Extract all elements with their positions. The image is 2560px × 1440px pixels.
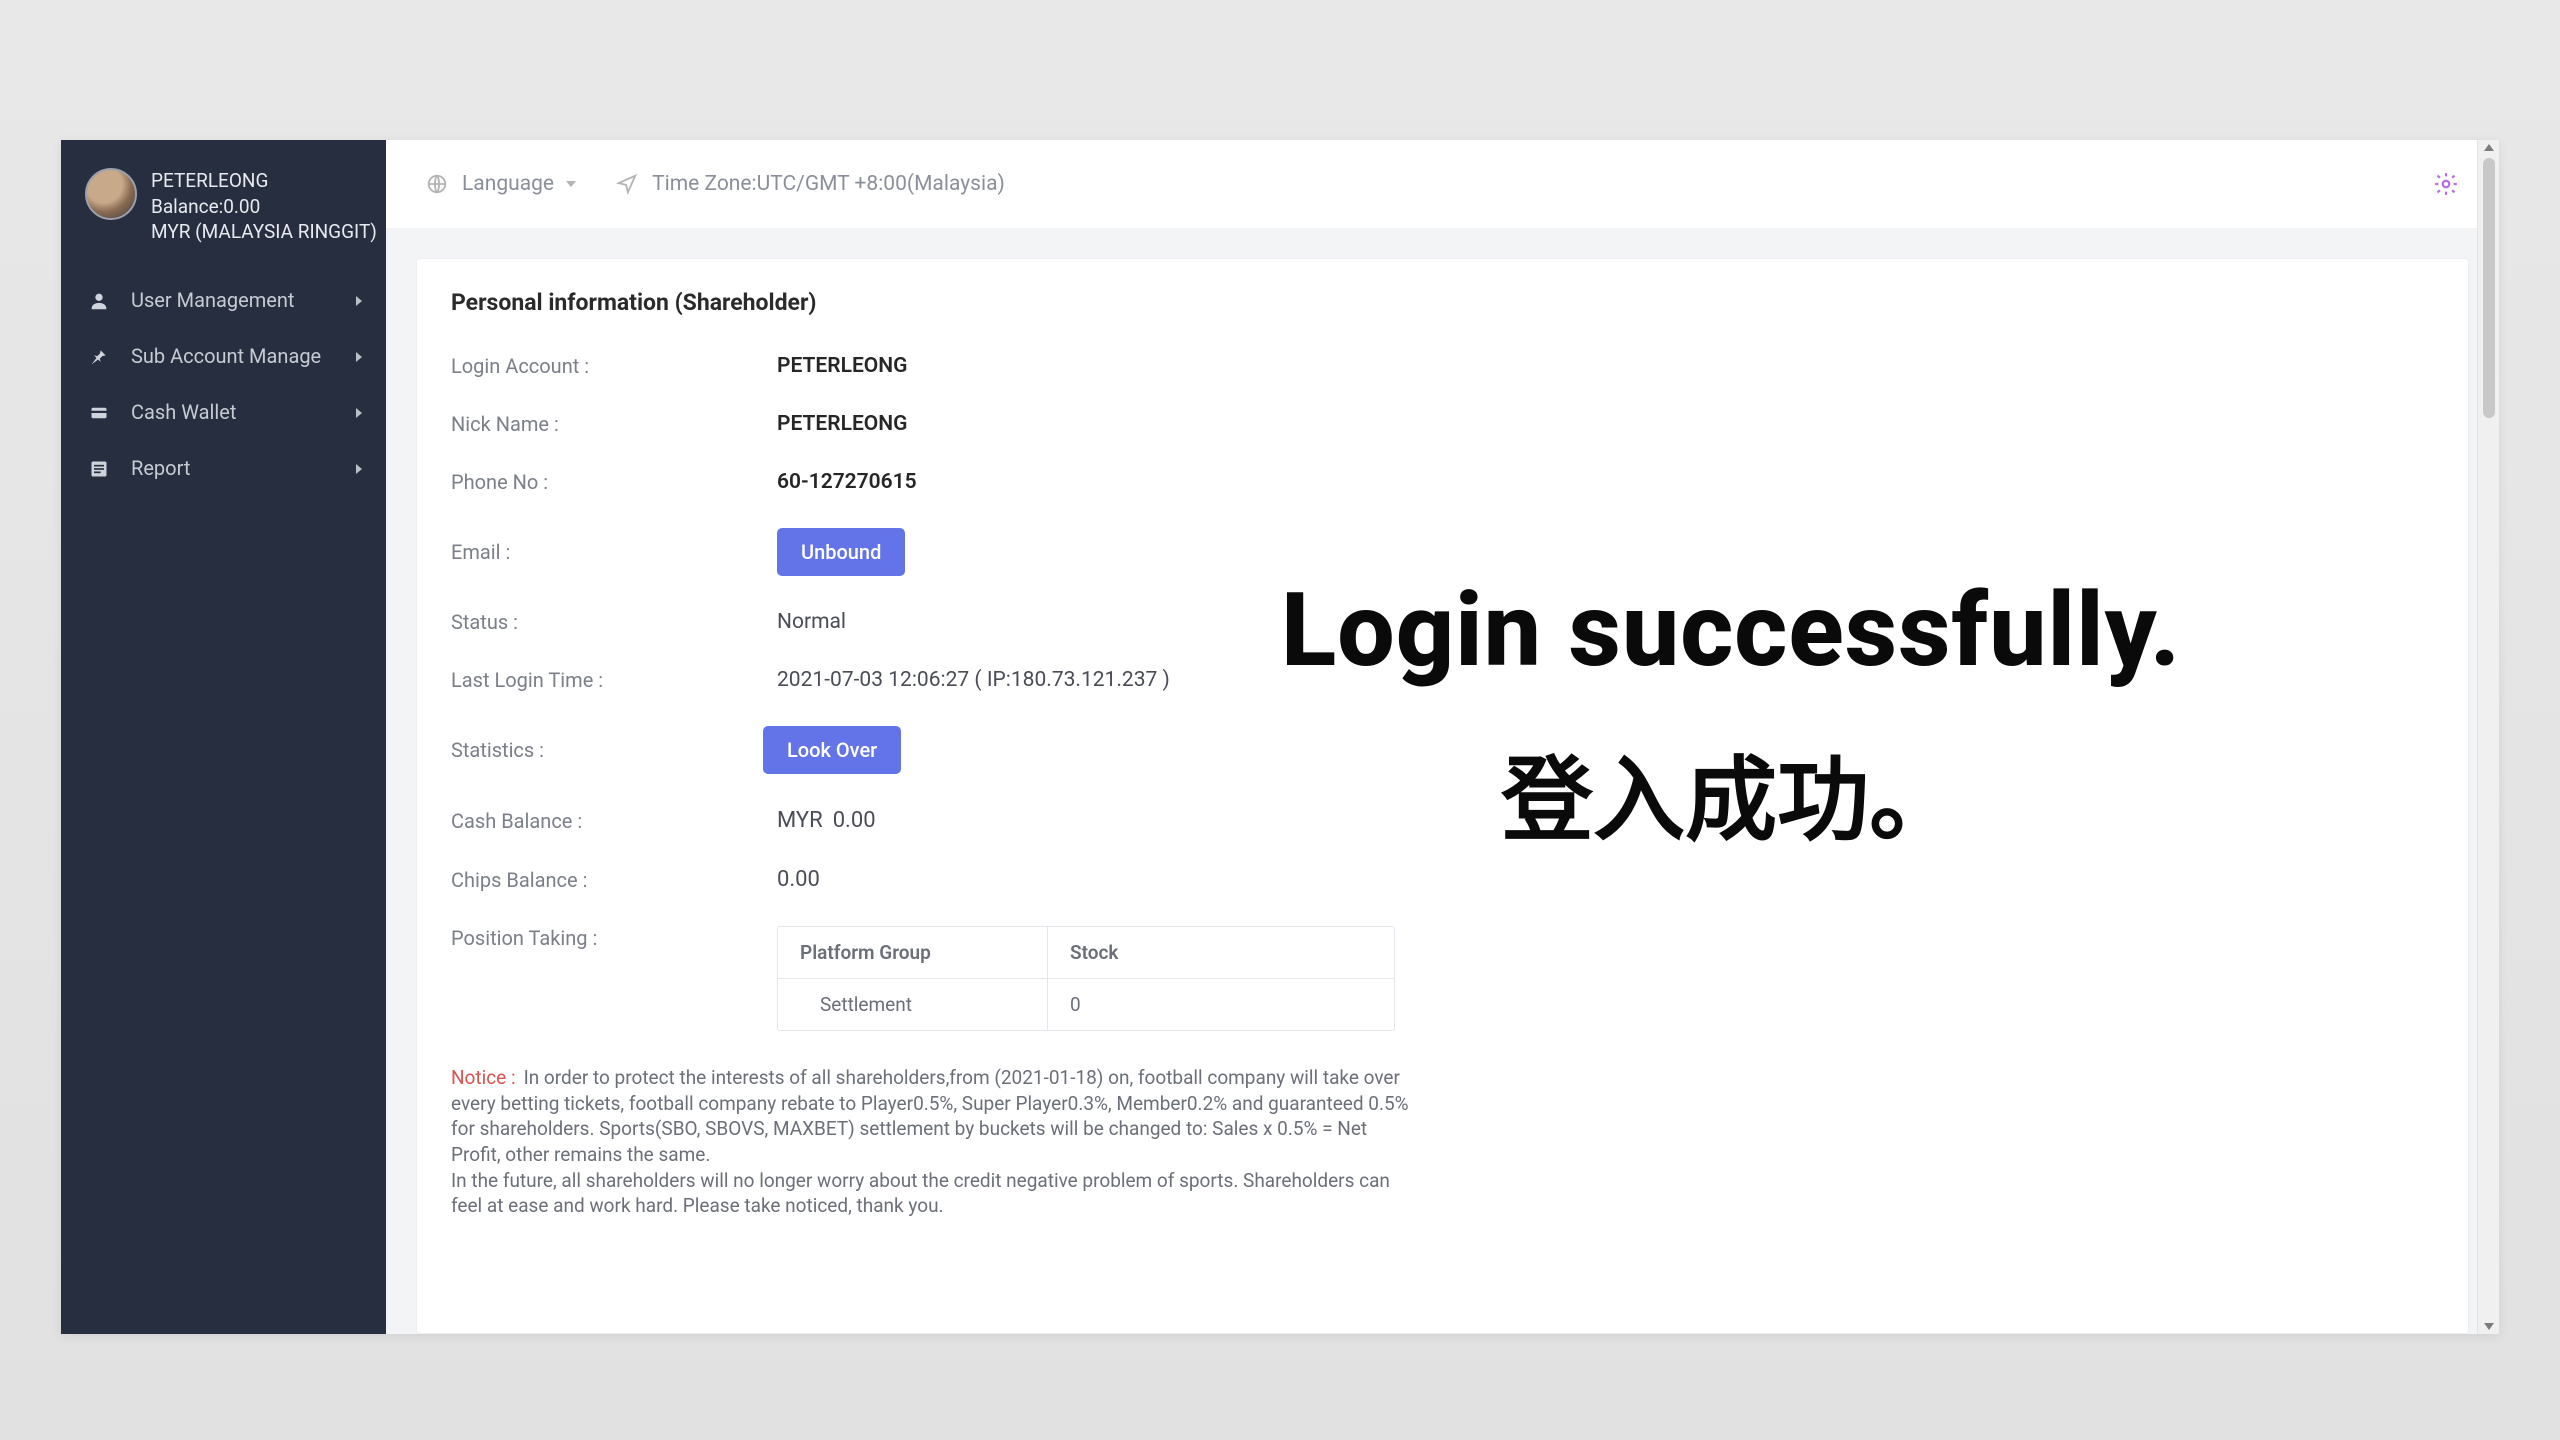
language-selector[interactable]: Language xyxy=(426,172,576,196)
row-phone: Phone No : 60-127270615 xyxy=(451,470,2434,494)
scroll-down-icon[interactable] xyxy=(2484,1323,2494,1330)
gear-icon[interactable] xyxy=(2433,171,2459,197)
sidebar-item-label: User Management xyxy=(131,288,356,313)
sidebar-item-user-management[interactable]: User Management xyxy=(61,273,386,329)
profile-block: PETERLEONG Balance:0.00 MYR (MALAYSIA RI… xyxy=(61,168,386,273)
sidebar-item-label: Sub Account Manage xyxy=(131,344,356,369)
table-header: Platform Group Stock xyxy=(778,927,1394,979)
cash-balance-amount: 0.00 xyxy=(833,808,876,833)
field-value: PETERLEONG xyxy=(777,412,907,436)
vertical-scrollbar[interactable] xyxy=(2477,140,2499,1334)
scroll-up-icon[interactable] xyxy=(2484,144,2494,151)
language-label: Language xyxy=(462,172,554,196)
timezone-label: Time Zone:UTC/GMT +8:00(Malaysia) xyxy=(652,172,1005,196)
content-wrap: Personal information (Shareholder) Login… xyxy=(386,228,2499,1334)
row-position-taking: Position Taking : Platform Group Stock S… xyxy=(451,926,2434,1031)
position-taking-table: Platform Group Stock Settlement 0 xyxy=(777,926,1395,1031)
field-label: Login Account : xyxy=(451,354,777,378)
wallet-icon xyxy=(85,399,113,427)
field-label: Last Login Time : xyxy=(451,668,777,692)
field-label: Chips Balance : xyxy=(451,868,777,892)
sidebar-item-cash-wallet[interactable]: Cash Wallet xyxy=(61,385,386,441)
row-statistics: Statistics : Look Over xyxy=(451,726,2434,774)
chevron-right-icon xyxy=(356,464,362,474)
field-value: 2021-07-03 12:06:27 ( IP:180.73.121.237 … xyxy=(777,668,1170,692)
chevron-down-icon xyxy=(566,181,576,187)
row-status: Status : Normal xyxy=(451,610,2434,634)
chevron-right-icon xyxy=(356,408,362,418)
field-label: Position Taking : xyxy=(451,926,777,950)
main-area: Language Time Zone:UTC/GMT +8:00(Malaysi… xyxy=(386,140,2499,1334)
field-label: Cash Balance : xyxy=(451,809,777,833)
row-email: Email : Unbound xyxy=(451,528,2434,576)
topbar: Language Time Zone:UTC/GMT +8:00(Malaysi… xyxy=(386,140,2499,228)
table-cell: 0 xyxy=(1048,979,1394,1030)
sidebar-item-sub-account[interactable]: Sub Account Manage xyxy=(61,329,386,385)
row-chips-balance: Chips Balance : 0.00 xyxy=(451,867,2434,892)
field-value: Normal xyxy=(777,610,846,634)
table-header-cell: Platform Group xyxy=(778,927,1048,978)
cash-balance-currency: MYR xyxy=(777,808,823,833)
timezone-display[interactable]: Time Zone:UTC/GMT +8:00(Malaysia) xyxy=(616,172,1005,196)
unbound-button[interactable]: Unbound xyxy=(777,528,905,576)
page-title: Personal information (Shareholder) xyxy=(451,259,2434,354)
chevron-right-icon xyxy=(356,296,362,306)
chevron-right-icon xyxy=(356,352,362,362)
notice-text: In order to protect the interests of all… xyxy=(451,1066,1409,1217)
pin-icon xyxy=(85,343,113,371)
sidebar: PETERLEONG Balance:0.00 MYR (MALAYSIA RI… xyxy=(61,140,386,1334)
personal-info-card: Personal information (Shareholder) Login… xyxy=(416,258,2469,1334)
app-window: PETERLEONG Balance:0.00 MYR (MALAYSIA RI… xyxy=(61,140,2499,1334)
table-cell: Settlement xyxy=(778,979,1048,1030)
sidebar-item-label: Cash Wallet xyxy=(131,400,356,425)
sidebar-nav: User Management Sub Account Manage Cash … xyxy=(61,273,386,497)
field-label: Status : xyxy=(451,610,777,634)
field-label: Nick Name : xyxy=(451,412,777,436)
table-row: Settlement 0 xyxy=(778,979,1394,1030)
profile-text: PETERLEONG Balance:0.00 MYR (MALAYSIA RI… xyxy=(151,168,377,245)
row-login-account: Login Account : PETERLEONG xyxy=(451,354,2434,378)
field-value: PETERLEONG xyxy=(777,354,907,378)
row-nick-name: Nick Name : PETERLEONG xyxy=(451,412,2434,436)
field-label: Email : xyxy=(451,540,777,564)
avatar[interactable] xyxy=(85,168,137,220)
table-header-cell: Stock xyxy=(1048,927,1394,978)
field-label: Statistics : xyxy=(451,738,763,762)
user-icon xyxy=(85,287,113,315)
field-label: Phone No : xyxy=(451,470,777,494)
sidebar-item-label: Report xyxy=(131,456,356,481)
look-over-button[interactable]: Look Over xyxy=(763,726,901,774)
sidebar-item-report[interactable]: Report xyxy=(61,441,386,497)
profile-name: PETERLEONG xyxy=(151,168,377,194)
notice-block: Notice :In order to protect the interest… xyxy=(451,1065,1411,1219)
notice-label: Notice : xyxy=(451,1066,516,1089)
field-value: 60-127270615 xyxy=(777,470,917,494)
field-value: MYR 0.00 xyxy=(777,808,876,833)
globe-icon xyxy=(426,173,448,195)
row-last-login: Last Login Time : 2021-07-03 12:06:27 ( … xyxy=(451,668,2434,692)
row-cash-balance: Cash Balance : MYR 0.00 xyxy=(451,808,2434,833)
send-icon xyxy=(616,173,638,195)
field-value: 0.00 xyxy=(777,867,820,892)
profile-balance: Balance:0.00 xyxy=(151,194,377,220)
report-icon xyxy=(85,455,113,483)
profile-currency: MYR (MALAYSIA RINGGIT) xyxy=(151,219,377,245)
